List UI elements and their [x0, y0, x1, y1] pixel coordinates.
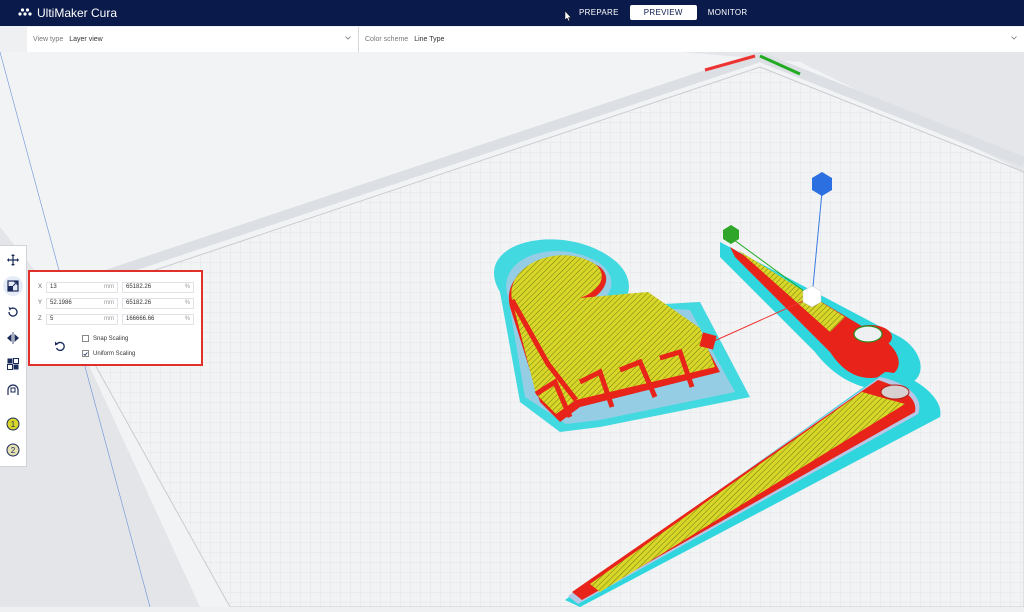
uniform-scaling-label: Uniform Scaling: [93, 350, 136, 357]
color-scheme-value: Line Type: [414, 36, 445, 43]
extruder-1-icon: 1: [6, 417, 20, 431]
scale-panel: X 13 mm 65182.26 % Y 52.1986 mm 65182.26…: [28, 270, 203, 366]
divider: [358, 27, 359, 52]
view-options-bar: View type Layer view Color scheme Line T…: [27, 27, 1024, 53]
uniform-scaling-option[interactable]: Uniform Scaling: [82, 350, 135, 357]
tab-monitor[interactable]: MONITOR: [697, 5, 759, 20]
move-icon: [7, 254, 19, 266]
z-percent-input[interactable]: 166666.66 %: [122, 313, 194, 325]
checkmark-icon: [83, 351, 88, 356]
axis-label: Y: [38, 300, 43, 306]
svg-text:2: 2: [11, 446, 16, 455]
view-type-label: View type: [33, 36, 64, 43]
scale-tool[interactable]: [3, 276, 23, 296]
snap-scaling-checkbox[interactable]: [82, 335, 89, 342]
axis-label: X: [38, 284, 43, 290]
chevron-down-icon[interactable]: [345, 35, 351, 41]
z-mm-input[interactable]: 5 mm: [46, 313, 118, 325]
extruder-2-button[interactable]: 2: [3, 440, 23, 460]
app-name: UltiMaker Cura: [37, 6, 118, 20]
scale-row-x: X 13 mm 65182.26 %: [38, 281, 194, 293]
support-blocker-tool[interactable]: [3, 380, 23, 400]
tab-preview[interactable]: PREVIEW: [629, 5, 697, 20]
per-model-settings-tool[interactable]: [3, 354, 23, 374]
support-blocker-icon: [7, 384, 19, 395]
tab-prepare[interactable]: PREPARE: [568, 5, 630, 20]
color-scheme-label: Color scheme: [365, 36, 409, 43]
uniform-scaling-checkbox[interactable]: [82, 350, 89, 357]
reset-scale-icon[interactable]: [54, 340, 66, 352]
mirror-icon: [7, 332, 19, 344]
extruder-2-icon: 2: [6, 443, 20, 457]
color-scheme-dropdown[interactable]: Color scheme Line Type: [365, 27, 444, 52]
mirror-tool[interactable]: [3, 328, 23, 348]
app-header: UltiMaker Cura PREPARE PREVIEW MONITOR: [0, 0, 1024, 26]
extruder-1-button[interactable]: 1: [3, 414, 23, 434]
chevron-down-icon[interactable]: [1011, 35, 1017, 41]
axis-label: Z: [38, 316, 42, 322]
y-percent-input[interactable]: 65182.26 %: [122, 297, 194, 309]
svg-text:1: 1: [11, 420, 16, 429]
view-type-dropdown[interactable]: View type Layer view: [33, 27, 103, 52]
scale-row-y: Y 52.1986 mm 65182.26 %: [38, 297, 194, 309]
tool-sidebar: 1 2: [0, 245, 27, 467]
scale-icon: [7, 280, 19, 292]
move-tool[interactable]: [3, 250, 23, 270]
x-mm-input[interactable]: 13 mm: [46, 281, 118, 293]
view-type-value: Layer view: [69, 36, 103, 43]
scale-row-z: Z 5 mm 166666.66 %: [38, 313, 194, 325]
stage-menu: PREPARE PREVIEW MONITOR: [568, 5, 758, 20]
rotate-tool[interactable]: [3, 302, 23, 322]
per-model-settings-icon: [7, 358, 19, 370]
mouse-cursor-icon: [565, 11, 572, 21]
rotate-icon: [8, 307, 18, 317]
snap-scaling-option[interactable]: Snap Scaling: [82, 335, 128, 342]
y-mm-input[interactable]: 52.1986 mm: [46, 297, 118, 309]
ultimaker-logo-icon: [18, 7, 32, 19]
x-percent-input[interactable]: 65182.26 %: [122, 281, 194, 293]
app-logo: UltiMaker Cura: [18, 6, 117, 20]
snap-scaling-label: Snap Scaling: [93, 335, 129, 342]
